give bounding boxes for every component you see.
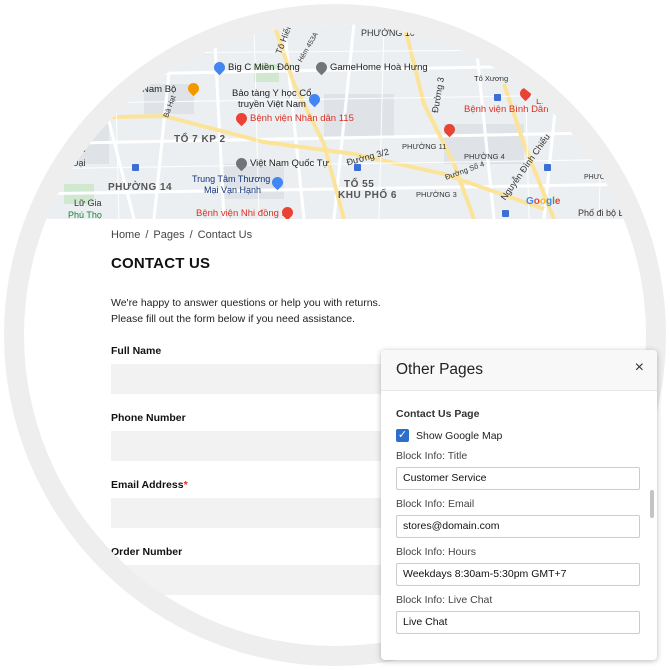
map-label: PHƯỜNG 14 <box>108 182 173 193</box>
show-map-label: Show Google Map <box>416 429 503 442</box>
page-title: CONTACT US <box>111 255 211 272</box>
block-email-label: Block Info: Email <box>396 498 475 510</box>
map-label: Mại Vạn Hạnh <box>204 185 262 195</box>
panel-body: Contact Us Page ✓ Show Google Map Block … <box>381 408 657 634</box>
intro-text: We're happy to answer questions or help … <box>111 295 631 327</box>
map-label: PHƯỜNG 11 <box>402 142 447 151</box>
google-logo: Google <box>526 196 561 207</box>
map-label: Trung Tâm Thương <box>192 174 271 184</box>
email-label-text: Email Address <box>111 479 184 491</box>
map-label: PHƯỜNG 2 <box>584 174 623 181</box>
map-label: TỔ 7 KP 2 <box>174 134 226 145</box>
block-chat-label: Block Info: Live Chat <box>396 594 493 606</box>
map-label: PHƯỜNG 4 <box>464 152 505 161</box>
panel-scrollbar[interactable] <box>650 490 654 518</box>
bus-stop-icon <box>544 164 551 171</box>
map-label: Lữ Gia <box>74 198 102 208</box>
bus-stop-icon <box>502 210 509 217</box>
show-map-checkbox-row[interactable]: ✓ Show Google Map <box>396 429 642 442</box>
panel-section-title: Contact Us Page <box>396 408 480 420</box>
checkbox-checked-icon[interactable]: ✓ <box>396 429 409 442</box>
required-marker: * <box>183 479 188 491</box>
map-label: Liê <box>536 96 549 107</box>
map-label: Đại <box>72 158 86 168</box>
map-label: PHƯỜNG 10 <box>361 28 415 38</box>
map-label: PHƯỜNG 3 <box>416 190 457 199</box>
panel-header: Other Pages × <box>381 350 657 391</box>
block-chat-input[interactable]: Live Chat <box>396 611 640 634</box>
bus-stop-icon <box>494 94 501 101</box>
map-label: Việt Nam Quốc Tự <box>250 158 329 169</box>
map-label: Bệnh viện Nhân dân 115 <box>250 113 354 124</box>
breadcrumb: Home / Pages / Contact Us <box>111 229 253 241</box>
map-label: GameHome Hoà Hưng <box>330 62 428 73</box>
map-label: TỔ 55 <box>344 179 375 190</box>
bus-stop-icon <box>584 134 591 141</box>
map-label: Nam Bộ <box>142 84 177 95</box>
block-hours-input[interactable]: Weekdays 8:30am-5:30pm GMT+7 <box>396 563 640 586</box>
breadcrumb-home[interactable]: Home <box>111 229 140 241</box>
map-label: Phú Thọ <box>68 210 102 219</box>
block-title-label: Block Info: Title <box>396 450 468 462</box>
bus-stop-icon <box>354 164 361 171</box>
google-map[interactable]: PHƯỜNG 10 Tô Hiến Hẻm 453A Nam Bộ Big C … <box>24 24 646 219</box>
breadcrumb-current: Contact Us <box>197 229 253 241</box>
map-label: KHU PHỐ 6 <box>338 190 397 201</box>
map-label: Phố đi bộ Bùi <box>578 208 632 218</box>
block-email-input[interactable]: stores@domain.com <box>396 515 640 538</box>
map-label: Quốc <box>64 144 86 154</box>
bus-stop-icon <box>132 164 139 171</box>
intro-line: We're happy to answer questions or help … <box>111 297 381 309</box>
map-label: Tô Xương <box>474 74 509 83</box>
intro-line: Please fill out the form below if you ne… <box>111 313 355 325</box>
map-label: Big C Miền Đông <box>228 62 300 73</box>
other-pages-panel: Other Pages × Contact Us Page ✓ Show Goo… <box>381 350 657 660</box>
panel-title: Other Pages <box>396 361 484 378</box>
map-label: truyền Việt Nam <box>238 99 306 110</box>
breadcrumb-pages[interactable]: Pages <box>153 229 184 241</box>
bus-stop-icon <box>464 44 471 51</box>
map-label: Bảo tàng Y học Cổ <box>232 88 312 99</box>
block-hours-label: Block Info: Hours <box>396 546 476 558</box>
close-icon[interactable]: × <box>635 359 644 377</box>
block-title-input[interactable]: Customer Service <box>396 467 640 490</box>
map-label: Bệnh viện Nhi đồng 1 <box>196 208 287 219</box>
